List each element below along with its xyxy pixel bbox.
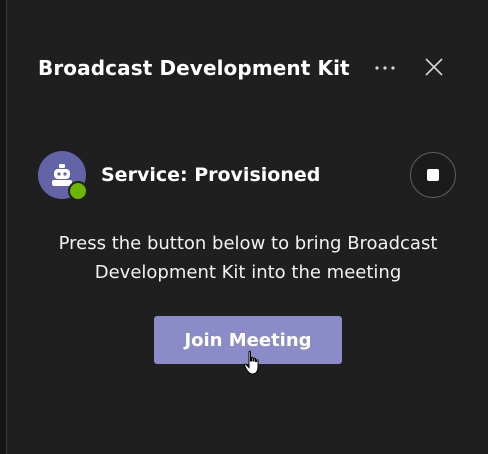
bdk-panel: Broadcast Development Kit Service: Provi… xyxy=(0,0,488,454)
panel-divider xyxy=(0,0,7,454)
more-horizontal-icon xyxy=(375,66,395,70)
instruction-text: Press the button below to bring Broadcas… xyxy=(58,233,438,283)
more-options-button[interactable] xyxy=(371,56,399,80)
service-status: Service: Provisioned xyxy=(101,164,321,186)
stop-icon xyxy=(427,169,439,181)
stop-button[interactable] xyxy=(410,152,456,198)
close-button[interactable] xyxy=(420,53,448,81)
presence-indicator xyxy=(68,181,88,201)
hand-pointer-icon xyxy=(243,350,259,375)
panel-title: Broadcast Development Kit xyxy=(38,56,350,80)
close-icon xyxy=(425,58,443,76)
